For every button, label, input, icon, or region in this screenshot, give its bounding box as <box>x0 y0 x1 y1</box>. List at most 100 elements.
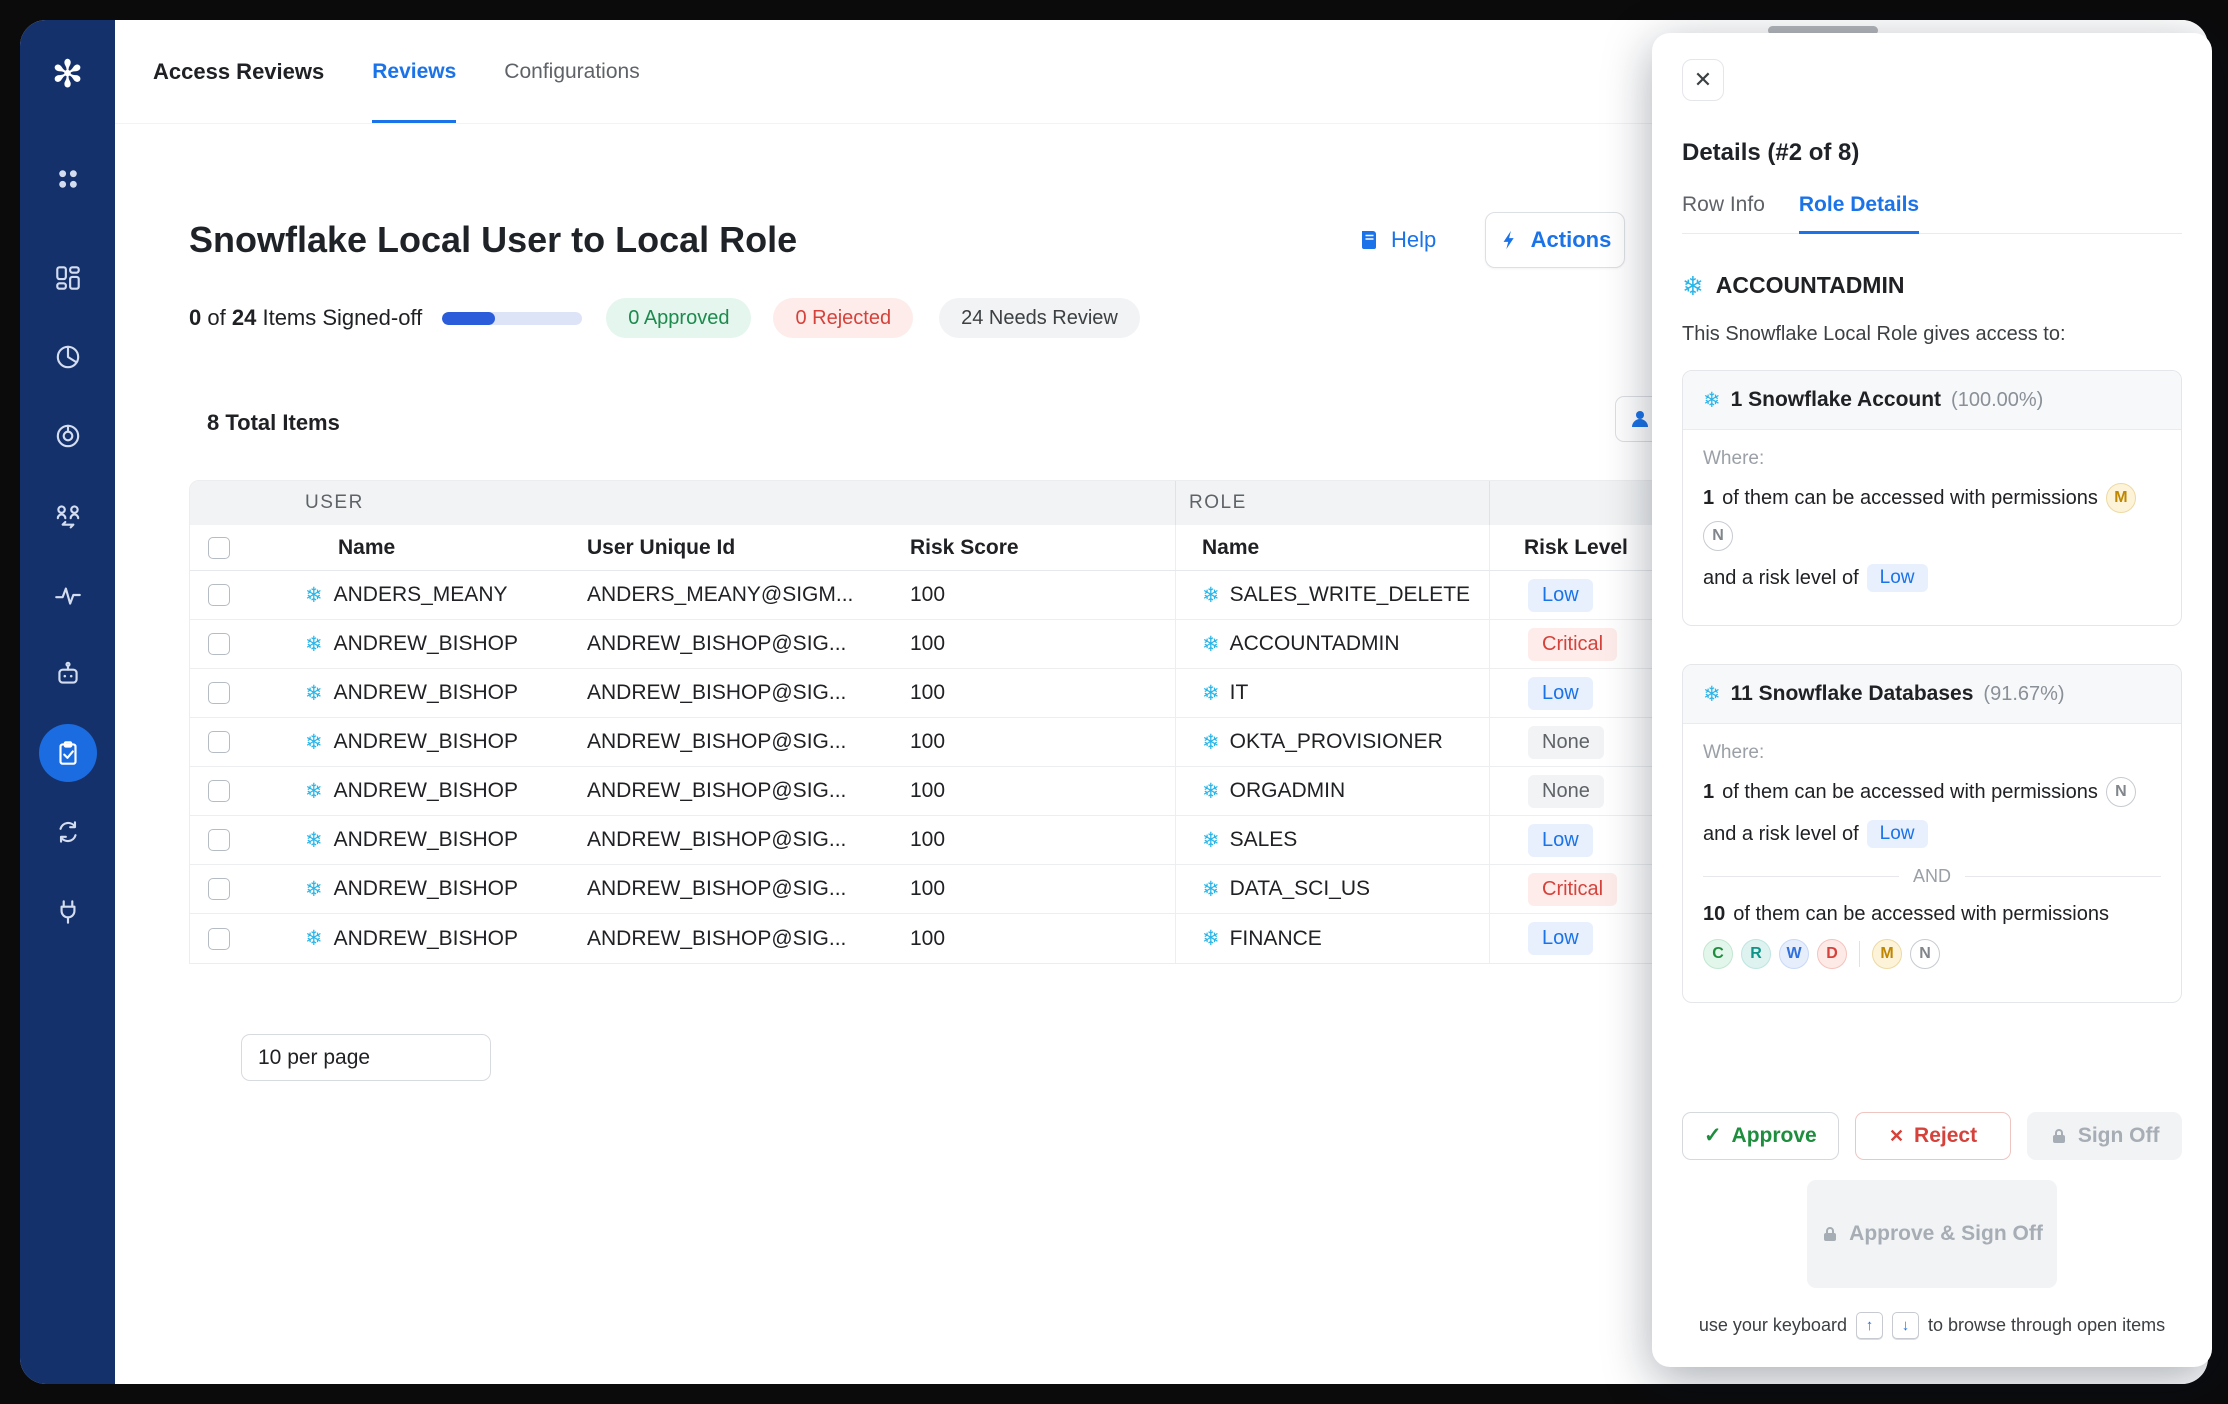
per-page-select[interactable]: 10 per page <box>241 1034 491 1081</box>
help-button[interactable]: Help <box>1357 227 1436 253</box>
sidebar: ✻ <box>20 20 115 1384</box>
row-checkbox[interactable] <box>208 682 230 704</box>
approve-and-sign-off-button[interactable]: Approve & Sign Off <box>1807 1180 2057 1289</box>
table-row[interactable]: ANDREW_BISHOP ANDREW_BISHOP@SIG... 100 S… <box>190 816 1774 865</box>
risk-score: 100 <box>860 767 1175 815</box>
count-value: 1 <box>1703 487 1714 510</box>
risk-score: 100 <box>860 620 1175 668</box>
count-value: 1 <box>1703 781 1714 804</box>
user-name: ANDERS_MEANY <box>334 583 508 607</box>
user-name: ANDREW_BISHOP <box>334 632 518 656</box>
role-name: ACCOUNTADMIN <box>1230 632 1400 656</box>
donut-chart-icon[interactable] <box>39 407 97 465</box>
permission-line: 1 of them can be accessed with permissio… <box>1703 483 2161 551</box>
row-checkbox[interactable] <box>208 780 230 802</box>
table-row[interactable]: ANDREW_BISHOP ANDREW_BISHOP@SIG... 100 F… <box>190 914 1774 963</box>
arrow-up-key-icon <box>1856 1312 1883 1339</box>
dashboard-icon[interactable] <box>39 249 97 307</box>
snowflake-icon <box>1682 273 1704 299</box>
cycle-icon[interactable] <box>39 803 97 861</box>
user-unique-id: ANDREW_BISHOP@SIG... <box>549 767 860 815</box>
permission-chip: M <box>2106 483 2136 513</box>
row-checkbox[interactable] <box>208 878 230 900</box>
user-name: ANDREW_BISHOP <box>334 730 518 754</box>
risk-level-chip: Low <box>1867 564 1928 592</box>
approve-button[interactable]: Approve <box>1682 1112 1839 1160</box>
group-header-user: USER <box>190 492 1175 514</box>
row-checkbox[interactable] <box>208 928 230 950</box>
role-name: DATA_SCI_US <box>1230 877 1370 901</box>
select-all-checkbox[interactable] <box>208 537 230 559</box>
table-row[interactable]: ANDREW_BISHOP ANDREW_BISHOP@SIG... 100 O… <box>190 767 1774 816</box>
snowflake-icon <box>305 585 323 606</box>
approve-and-sign-off-label: Approve & Sign Off <box>1849 1222 2043 1246</box>
close-icon[interactable] <box>1682 59 1724 101</box>
risk-text: and a risk level of <box>1703 567 1859 590</box>
permission-chip: W <box>1779 939 1809 969</box>
bot-icon[interactable] <box>39 645 97 703</box>
total-items-label: 8 Total Items <box>207 410 340 436</box>
snowflake-icon <box>1703 390 1721 411</box>
tab-reviews[interactable]: Reviews <box>372 20 456 123</box>
table-column-header: Name User Unique Id Risk Score Name Risk… <box>190 525 1774 571</box>
col-role-name: Name <box>1175 525 1489 570</box>
integrations-icon[interactable] <box>39 883 97 941</box>
access-card-account: 1 Snowflake Account (100.00%) Where: 1 o… <box>1682 370 2182 626</box>
snowflake-icon <box>305 634 323 655</box>
row-checkbox[interactable] <box>208 584 230 606</box>
keyboard-hint-post: to browse through open items <box>1928 1315 2165 1336</box>
snowflake-icon <box>1202 683 1220 704</box>
product-logo-icon: ✻ <box>52 56 84 94</box>
where-label: Where: <box>1703 448 2161 470</box>
identity-sync-icon[interactable] <box>39 486 97 544</box>
tab-role-details[interactable]: Role Details <box>1799 193 1919 234</box>
sign-off-button[interactable]: Sign Off <box>2027 1112 2182 1160</box>
access-card-header: 11 Snowflake Databases (91.67%) <box>1683 665 2181 724</box>
lock-icon <box>2050 1127 2068 1145</box>
user-name: ANDREW_BISHOP <box>334 779 518 803</box>
table-row[interactable]: ANDREW_BISHOP ANDREW_BISHOP@SIG... 100 A… <box>190 620 1774 669</box>
actions-button[interactable]: Actions <box>1485 212 1625 268</box>
row-checkbox[interactable] <box>208 633 230 655</box>
risk-level-chip: Low <box>1867 820 1928 848</box>
snowflake-icon <box>305 830 323 851</box>
row-checkbox[interactable] <box>208 829 230 851</box>
access-card-title: 11 Snowflake Databases <box>1731 682 1974 706</box>
permission-chip: N <box>1703 521 1733 551</box>
permission-line: 1 of them can be accessed with permissio… <box>1703 777 2161 807</box>
permission-chip: M <box>1872 939 1902 969</box>
access-reviews-icon[interactable] <box>39 724 97 782</box>
role-name: SALES_WRITE_DELETE <box>1230 583 1470 607</box>
row-checkbox[interactable] <box>208 731 230 753</box>
items-table: USER ROLE Name User Unique Id Risk Score… <box>189 480 1775 964</box>
snowflake-icon <box>1202 830 1220 851</box>
table-row[interactable]: ANDREW_BISHOP ANDREW_BISHOP@SIG... 100 D… <box>190 865 1774 914</box>
book-icon <box>1357 228 1381 252</box>
role-name: FINANCE <box>1230 927 1322 951</box>
user-unique-id: ANDREW_BISHOP@SIG... <box>549 718 860 766</box>
table-row[interactable]: ANDREW_BISHOP ANDREW_BISHOP@SIG... 100 I… <box>190 669 1774 718</box>
role-name: OKTA_PROVISIONER <box>1230 730 1443 754</box>
details-tabs: Row Info Role Details <box>1682 193 2182 234</box>
role-name: ACCOUNTADMIN <box>1716 272 1905 299</box>
risk-level-badge: Critical <box>1528 628 1617 661</box>
needs-review-badge: 24 Needs Review <box>939 298 1140 338</box>
table-row[interactable]: ANDREW_BISHOP ANDREW_BISHOP@SIG... 100 O… <box>190 718 1774 767</box>
access-card-header: 1 Snowflake Account (100.00%) <box>1683 371 2181 430</box>
permission-chip: N <box>1910 939 1940 969</box>
user-unique-id: ANDREW_BISHOP@SIG... <box>549 865 860 913</box>
apps-icon[interactable] <box>39 150 97 208</box>
access-card-databases: 11 Snowflake Databases (91.67%) Where: 1… <box>1682 664 2182 1003</box>
reject-button[interactable]: Reject <box>1855 1112 2012 1160</box>
risk-level-badge: Low <box>1528 922 1593 955</box>
page-title: Snowflake Local User to Local Role <box>189 219 797 261</box>
keyboard-hint-pre: use your keyboard <box>1699 1315 1847 1336</box>
risk-score: 100 <box>860 865 1175 913</box>
pie-chart-icon[interactable] <box>39 328 97 386</box>
table-row[interactable]: ANDERS_MEANY ANDERS_MEANY@SIGM... 100 SA… <box>190 571 1774 620</box>
user-unique-id: ANDERS_MEANY@SIGM... <box>549 571 860 619</box>
activity-icon[interactable] <box>39 566 97 624</box>
tab-row-info[interactable]: Row Info <box>1682 193 1765 233</box>
tab-configurations[interactable]: Configurations <box>504 20 639 123</box>
signoff-summary: 0 of 24 Items Signed-off 0 Approved 0 Re… <box>189 297 1140 339</box>
